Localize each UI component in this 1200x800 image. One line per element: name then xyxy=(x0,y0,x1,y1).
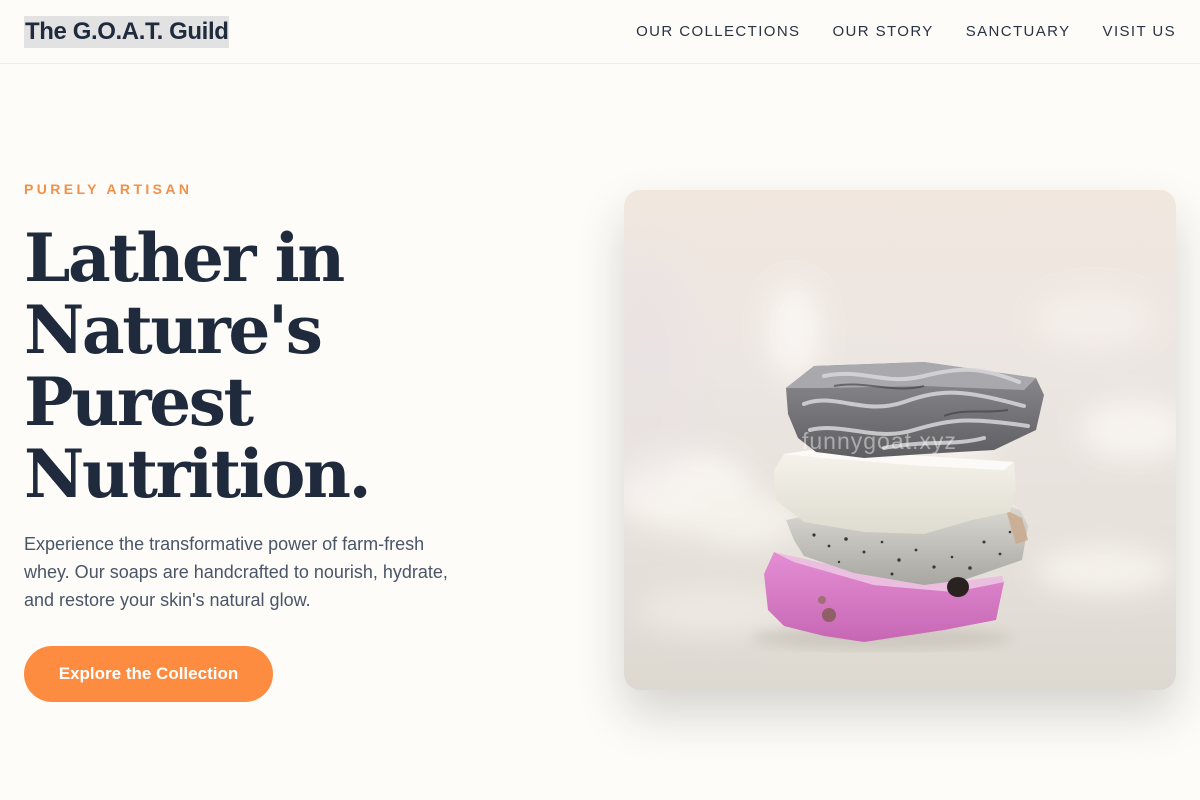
main-nav: OUR COLLECTIONS OUR STORY SANCTUARY VISI… xyxy=(636,22,1176,42)
hero-eyebrow: PURELY ARTISAN xyxy=(24,181,193,197)
hero-title-line: Purest xyxy=(24,363,254,441)
nav-link-our-collections[interactable]: OUR COLLECTIONS xyxy=(636,22,800,42)
nav-link-sanctuary[interactable]: SANCTUARY xyxy=(966,22,1071,42)
hero-description: Experience the transformative power of f… xyxy=(24,534,448,610)
hero-title-line: Nutrition. xyxy=(24,435,372,513)
nav-link-our-story[interactable]: OUR STORY xyxy=(832,22,933,42)
nav-link-visit-us[interactable]: VISIT US xyxy=(1103,22,1176,42)
hero-title-line: Nature's xyxy=(24,291,323,369)
hero-title-line: Lather in xyxy=(24,219,345,297)
image-watermark: funnygoat.xyz xyxy=(802,428,957,454)
hero-title: Lather in Nature's Purest Nutrition. xyxy=(24,222,584,510)
explore-collection-button[interactable]: Explore the Collection xyxy=(24,646,273,702)
brand-logo-link[interactable]: The G.O.A.T. Guild xyxy=(24,16,230,48)
site-header: The G.O.A.T. Guild OUR COLLECTIONS OUR S… xyxy=(0,0,1200,64)
